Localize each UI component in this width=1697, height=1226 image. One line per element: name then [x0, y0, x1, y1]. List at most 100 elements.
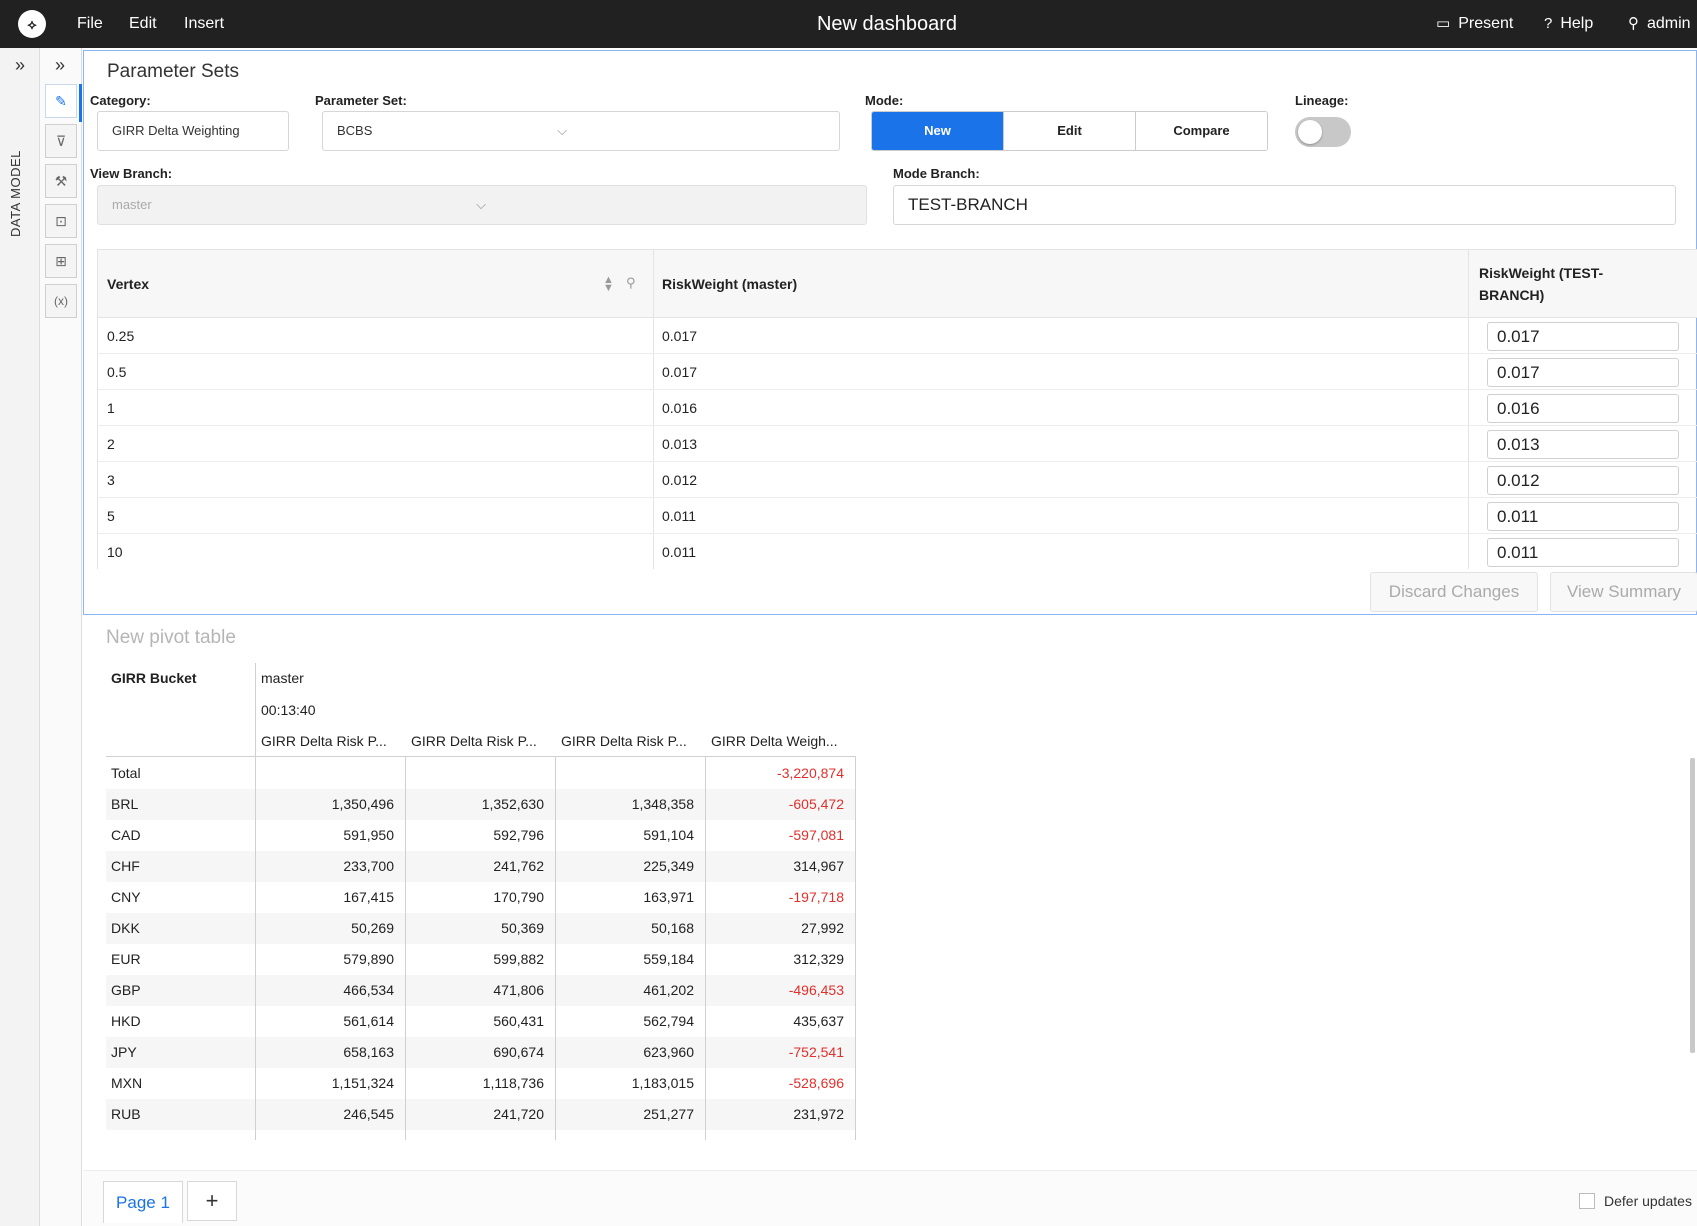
- master-weight-cell: 0.016: [662, 400, 698, 416]
- user-menu[interactable]: ⚲ admin: [1628, 0, 1691, 48]
- view-summary-button[interactable]: View Summary: [1550, 572, 1697, 612]
- branch-weight-input[interactable]: 0.016: [1487, 394, 1679, 423]
- mode-branch-input[interactable]: TEST-BRANCH: [893, 185, 1676, 225]
- terminal-icon[interactable]: ⊡: [45, 204, 77, 238]
- data-model-label[interactable]: DATA MODEL: [8, 144, 30, 244]
- discard-changes-button[interactable]: Discard Changes: [1370, 572, 1538, 612]
- value-cell: 562,794: [643, 1013, 694, 1029]
- value-cell: 471,806: [493, 982, 544, 998]
- mode-edit-button[interactable]: Edit: [1004, 112, 1136, 150]
- mode-compare-button[interactable]: Compare: [1136, 112, 1267, 150]
- help-button[interactable]: ? Help: [1544, 0, 1593, 48]
- table-row: 3 0.012 0.012: [98, 462, 1697, 498]
- page-tab[interactable]: Page 1: [103, 1181, 183, 1223]
- value-cell: 690,674: [493, 1044, 544, 1060]
- measure-header[interactable]: GIRR Delta Risk P...: [261, 733, 387, 749]
- mode-new-button[interactable]: New: [872, 112, 1004, 150]
- view-branch-select[interactable]: master ⌵: [97, 185, 867, 225]
- value-cell: 241,762: [493, 858, 544, 874]
- vertex-cell: 3: [107, 472, 115, 488]
- parameter-grid: Vertex ▲ ▼ ⚲ RiskWeight (master) RiskWeig…: [97, 249, 1697, 569]
- value-cell: 1,151,324: [331, 1075, 394, 1091]
- bucket-cell: HKD: [111, 1013, 141, 1029]
- top-bar: ⟡ File Edit Insert New dashboard ▭ Prese…: [0, 0, 1697, 48]
- value-cell: -597,081: [788, 827, 844, 843]
- value-cell: 579,890: [343, 951, 394, 967]
- bucket-cell: DKK: [111, 920, 140, 936]
- value-cell: 233,700: [343, 858, 394, 874]
- grid-header: Vertex ▲ ▼ ⚲ RiskWeight (master) RiskWeig…: [98, 250, 1697, 318]
- value-cell: 50,369: [501, 920, 544, 936]
- value-cell: 658,163: [343, 1044, 394, 1060]
- lineage-label: Lineage:: [1295, 93, 1349, 108]
- value-cell: 561,614: [343, 1013, 394, 1029]
- sliders-icon[interactable]: ⊞: [45, 244, 77, 278]
- present-button[interactable]: ▭ Present: [1436, 0, 1513, 48]
- bucket-cell: BRL: [111, 796, 139, 812]
- value-cell: 50,269: [351, 920, 394, 936]
- value-cell: 246,545: [343, 1106, 394, 1122]
- row-header[interactable]: GIRR Bucket: [111, 670, 197, 686]
- value-cell: -605,472: [788, 796, 844, 812]
- category-field[interactable]: GIRR Delta Weighting: [97, 111, 289, 151]
- mode-branch-label: Mode Branch:: [893, 166, 980, 181]
- add-page-button[interactable]: +: [187, 1181, 237, 1221]
- master-weight-cell: 0.012: [662, 472, 698, 488]
- value-cell: 163,971: [643, 889, 694, 905]
- column-riskweight-test-branch[interactable]: RiskWeight (TEST-BRANCH): [1470, 250, 1650, 318]
- scrollbar[interactable]: [1690, 758, 1695, 1053]
- table-row: Total -3,220,874: [106, 758, 856, 789]
- table-row: 0.5 0.017 0.017: [98, 354, 1697, 390]
- table-row: DKK 50,269 50,369 50,168 27,992: [106, 913, 856, 944]
- measure-header[interactable]: GIRR Delta Weigh...: [711, 733, 838, 749]
- value-cell: 167,415: [343, 889, 394, 905]
- master-weight-cell: 0.011: [662, 544, 696, 560]
- value-cell: 27,992: [801, 920, 844, 936]
- variable-icon[interactable]: (x): [45, 284, 77, 318]
- value-cell: 1,350,496: [331, 796, 394, 812]
- branch-weight-input[interactable]: 0.013: [1487, 430, 1679, 459]
- bucket-cell: MXN: [111, 1075, 143, 1091]
- value-cell: 591,104: [643, 827, 694, 843]
- active-tool-indicator: [79, 84, 82, 122]
- measure-header[interactable]: GIRR Delta Risk P...: [561, 733, 687, 749]
- value-cell: 461,202: [643, 982, 694, 998]
- table-row: 1 0.016 0.016: [98, 390, 1697, 426]
- paint-roller-icon[interactable]: ⚒: [45, 164, 77, 198]
- mode-label: Mode:: [865, 93, 904, 108]
- parameter-set-value: BCBS: [337, 123, 373, 138]
- expand-data-model-icon[interactable]: »: [0, 52, 40, 78]
- column-riskweight-master[interactable]: RiskWeight (master): [653, 250, 1468, 318]
- value-cell: 1,352,630: [481, 796, 544, 812]
- chevron-down-icon: ⌵: [476, 197, 486, 212]
- pencil-icon[interactable]: ✎: [45, 84, 77, 118]
- defer-updates-checkbox[interactable]: [1579, 1193, 1595, 1209]
- value-cell: 312,329: [793, 951, 844, 967]
- pivot-title[interactable]: New pivot table: [106, 627, 236, 649]
- master-weight-cell: 0.017: [662, 328, 698, 344]
- sort-icon[interactable]: ▲ ▼: [603, 275, 614, 294]
- branch-weight-input[interactable]: 0.017: [1487, 358, 1679, 387]
- expand-tools-icon[interactable]: »: [40, 52, 80, 78]
- filter-icon[interactable]: ⊽: [45, 124, 77, 158]
- branch-header[interactable]: master: [261, 670, 304, 686]
- measure-header[interactable]: GIRR Delta Risk P...: [411, 733, 537, 749]
- lineage-toggle[interactable]: [1295, 117, 1351, 147]
- branch-weight-input[interactable]: 0.011: [1487, 538, 1679, 567]
- branch-weight-input[interactable]: 0.011: [1487, 502, 1679, 531]
- table-row: 5 0.011 0.011: [98, 498, 1697, 534]
- table-row: 0.25 0.017 0.017: [98, 318, 1697, 354]
- value-cell: 225,349: [643, 858, 694, 874]
- branch-weight-input[interactable]: 0.012: [1487, 466, 1679, 495]
- defer-updates[interactable]: Defer updates: [1579, 1193, 1692, 1209]
- value-cell: 251,277: [643, 1106, 694, 1122]
- branch-weight-input[interactable]: 0.017: [1487, 322, 1679, 351]
- parameter-sets-widget[interactable]: Parameter Sets Category: GIRR Delta Weig…: [83, 50, 1697, 615]
- search-icon[interactable]: ⚲: [626, 275, 636, 291]
- column-vertex[interactable]: Vertex: [98, 250, 653, 318]
- tools-rail: » ✎ ⊽ ⚒ ⊡ ⊞ (x): [40, 48, 82, 1226]
- parameter-set-select[interactable]: BCBS ⌵: [322, 111, 840, 151]
- time-header[interactable]: 00:13:40: [261, 702, 316, 718]
- defer-updates-label: Defer updates: [1604, 1193, 1692, 1209]
- view-branch-label: View Branch:: [90, 166, 173, 181]
